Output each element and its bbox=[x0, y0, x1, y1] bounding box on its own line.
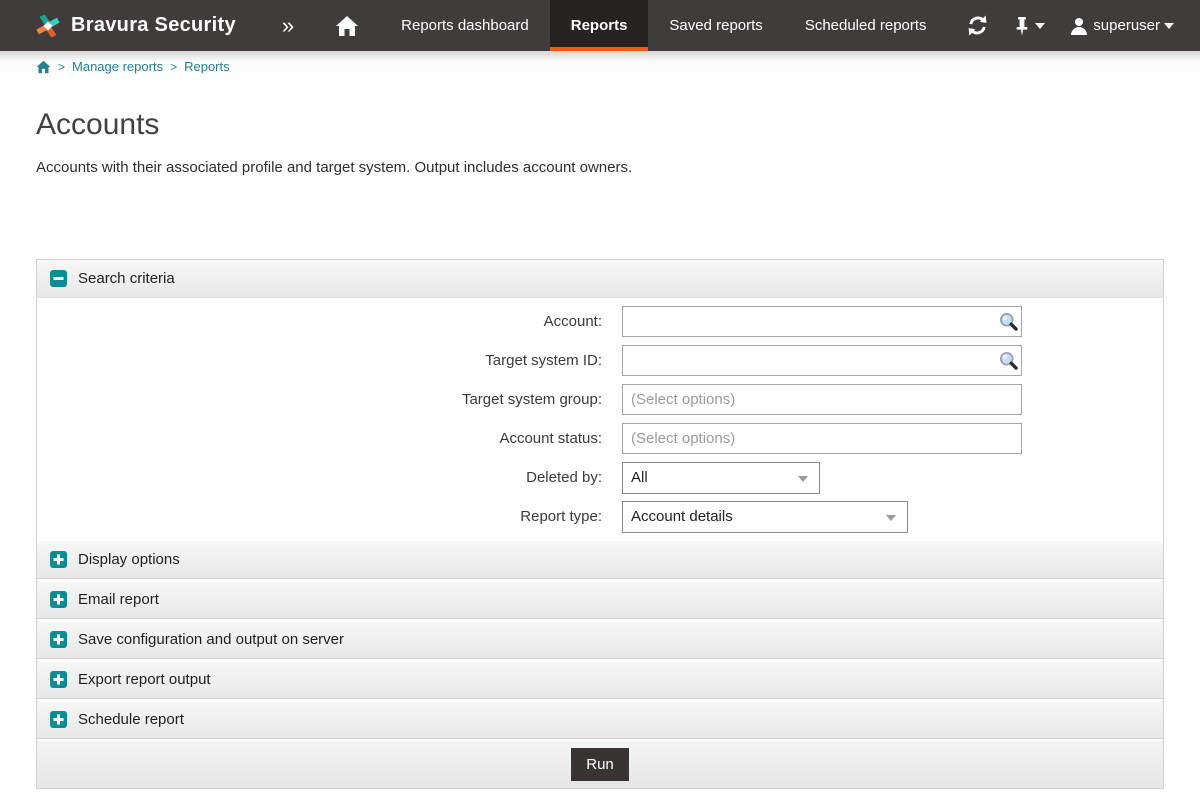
tab-saved-reports[interactable]: Saved reports bbox=[648, 0, 783, 51]
field-row-report-type: Report type: Account details bbox=[37, 497, 1163, 536]
selected-value: All bbox=[631, 469, 648, 486]
account-status-input[interactable] bbox=[622, 423, 1022, 454]
user-menu-button[interactable]: superuser bbox=[1069, 16, 1174, 36]
breadcrumb-link-manage-reports[interactable]: Manage reports bbox=[72, 59, 163, 74]
tab-reports[interactable]: Reports bbox=[550, 0, 649, 51]
field-label: Target system ID: bbox=[37, 352, 622, 369]
user-icon bbox=[1069, 16, 1089, 36]
section-title: Search criteria bbox=[78, 270, 175, 287]
panel-footer: Run bbox=[37, 739, 1163, 788]
field-label: Account status: bbox=[37, 430, 622, 447]
pin-menu-button[interactable] bbox=[1013, 15, 1045, 37]
section-title: Schedule report bbox=[78, 711, 184, 728]
caret-down-icon bbox=[1164, 23, 1174, 29]
section-header-display-options[interactable]: Display options bbox=[37, 539, 1163, 579]
plus-icon bbox=[50, 591, 67, 608]
run-button[interactable]: Run bbox=[571, 748, 629, 781]
brand: Bravura Security bbox=[0, 0, 236, 51]
field-label: Deleted by: bbox=[37, 469, 622, 486]
field-row-account: Account: bbox=[37, 302, 1163, 341]
navbar-actions: superuser bbox=[966, 0, 1200, 51]
page-title: Accounts bbox=[36, 108, 1200, 142]
page-description: Accounts with their associated profile a… bbox=[36, 159, 1164, 176]
collapse-menu-icon[interactable]: » bbox=[276, 0, 300, 51]
selected-value: Account details bbox=[631, 508, 733, 525]
account-input[interactable] bbox=[622, 306, 1022, 337]
tab-label: Scheduled reports bbox=[805, 17, 927, 34]
breadcrumb-home-icon[interactable] bbox=[36, 60, 51, 74]
search-icon[interactable] bbox=[998, 350, 1019, 376]
plus-icon bbox=[50, 671, 67, 688]
caret-down-icon bbox=[886, 515, 896, 521]
breadcrumb-separator: > bbox=[170, 60, 177, 74]
tab-reports-dashboard[interactable]: Reports dashboard bbox=[380, 0, 550, 51]
breadcrumb-link-reports[interactable]: Reports bbox=[184, 59, 230, 74]
top-navbar: Bravura Security » Reports dashboard Rep… bbox=[0, 0, 1200, 51]
report-type-select[interactable]: Account details bbox=[622, 501, 908, 533]
field-label: Account: bbox=[37, 313, 622, 330]
user-name: superuser bbox=[1093, 17, 1160, 34]
field-row-target-system-group: Target system group: bbox=[37, 380, 1163, 419]
pin-icon bbox=[1013, 15, 1031, 37]
bravura-logo-icon bbox=[34, 12, 62, 40]
section-header-save-configuration[interactable]: Save configuration and output on server bbox=[37, 619, 1163, 659]
search-icon[interactable] bbox=[998, 311, 1019, 337]
field-row-deleted-by: Deleted by: All bbox=[37, 458, 1163, 497]
breadcrumb: > Manage reports > Reports bbox=[0, 51, 1200, 81]
refresh-icon bbox=[966, 14, 989, 37]
field-row-target-system-id: Target system ID: bbox=[37, 341, 1163, 380]
brand-name: Bravura Security bbox=[71, 14, 236, 37]
target-system-id-input[interactable] bbox=[622, 345, 1022, 376]
plus-icon bbox=[50, 631, 67, 648]
search-criteria-body: Account: Target system ID: bbox=[37, 298, 1163, 539]
section-header-export-report-output[interactable]: Export report output bbox=[37, 659, 1163, 699]
plus-icon bbox=[50, 551, 67, 568]
nav-home-button[interactable] bbox=[314, 0, 380, 51]
section-header-search-criteria[interactable]: Search criteria bbox=[37, 260, 1163, 298]
caret-down-icon bbox=[1035, 23, 1045, 29]
tab-label: Reports bbox=[571, 17, 628, 34]
deleted-by-select[interactable]: All bbox=[622, 462, 820, 494]
field-label: Report type: bbox=[37, 508, 622, 525]
caret-down-icon bbox=[798, 476, 808, 482]
tab-label: Reports dashboard bbox=[401, 17, 529, 34]
tab-scheduled-reports[interactable]: Scheduled reports bbox=[784, 0, 948, 51]
section-title: Save configuration and output on server bbox=[78, 631, 344, 648]
target-system-group-input[interactable] bbox=[622, 384, 1022, 415]
plus-icon bbox=[50, 711, 67, 728]
section-title: Export report output bbox=[78, 671, 211, 688]
section-header-email-report[interactable]: Email report bbox=[37, 579, 1163, 619]
section-title: Email report bbox=[78, 591, 159, 608]
breadcrumb-separator: > bbox=[58, 60, 65, 74]
field-label: Target system group: bbox=[37, 391, 622, 408]
section-header-schedule-report[interactable]: Schedule report bbox=[37, 699, 1163, 739]
tab-label: Saved reports bbox=[669, 17, 762, 34]
minus-icon bbox=[50, 270, 67, 287]
refresh-button[interactable] bbox=[966, 14, 989, 37]
section-title: Display options bbox=[78, 551, 180, 568]
field-row-account-status: Account status: bbox=[37, 419, 1163, 458]
report-config-panel: Search criteria Account: Target system I… bbox=[36, 259, 1164, 789]
home-icon bbox=[335, 15, 359, 37]
